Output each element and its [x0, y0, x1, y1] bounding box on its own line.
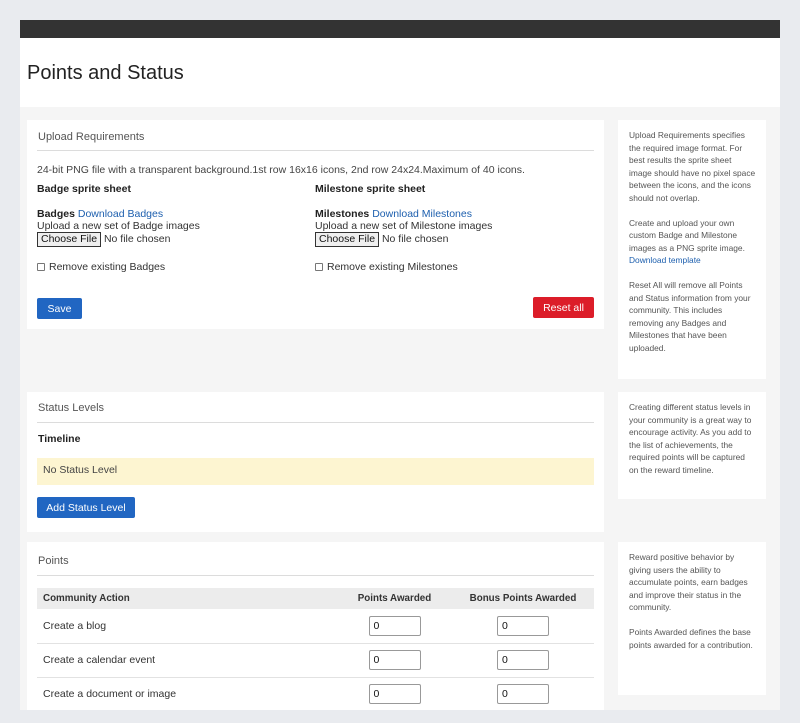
timeline-label: Timeline [38, 433, 81, 445]
upload-help-text-2: Create and upload your own custom Badge … [629, 217, 756, 267]
upload-help-text-1: Upload Requirements specifies the requir… [629, 130, 756, 203]
title-bar: Points and Status [20, 38, 780, 107]
points-awarded-input[interactable] [368, 615, 421, 636]
points-table-header: Community Action Points Awarded Bonus Po… [37, 588, 594, 609]
remove-badges-option[interactable]: Remove existing Badges [37, 261, 165, 273]
bonus-points-input[interactable] [497, 650, 549, 670]
status-levels-panel: Status Levels Timeline No Status Level A… [27, 392, 604, 532]
remove-badges-label: Remove existing Badges [49, 261, 166, 273]
badge-file-input[interactable]: Choose File No file chosen [37, 232, 171, 247]
table-row: Create a blog [37, 609, 594, 644]
badge-sprite-title: Badge sprite sheet [37, 183, 131, 195]
action-cell: Create a blog [37, 609, 337, 644]
status-help-panel: Creating different status levels in your… [618, 392, 766, 499]
page-title: Points and Status [27, 62, 184, 84]
reset-all-button[interactable]: Reset all [533, 297, 594, 318]
upload-help-text-2-body: Create and upload your own custom Badge … [629, 217, 745, 253]
column-header: Points Awarded [337, 588, 452, 609]
points-cell [337, 609, 452, 644]
milestone-sprite-title: Milestone sprite sheet [315, 183, 426, 195]
badge-no-file-text: No file chosen [103, 233, 171, 245]
milestone-choose-file-button[interactable]: Choose File [315, 232, 380, 247]
milestones-label: Milestones [315, 208, 370, 220]
milestone-label-row: Milestones Download Milestones [315, 208, 472, 220]
badge-label-row: Badges Download Badges [37, 208, 163, 220]
points-heading: Points [38, 555, 69, 567]
points-awarded-input[interactable] [368, 650, 421, 670]
upload-requirements-heading: Upload Requirements [38, 131, 145, 143]
points-help-text-2: Points Awarded defines the base points a… [629, 626, 753, 650]
app-frame: Points and Status Upload Requirements 24… [20, 20, 780, 710]
remove-milestones-checkbox[interactable] [315, 263, 323, 271]
points-cell [337, 677, 452, 710]
badges-label: Badges [37, 208, 75, 220]
status-help-text-1: Creating different status levels in your… [629, 402, 752, 475]
milestone-file-input[interactable]: Choose File No file chosen [315, 232, 449, 247]
requirements-text: 24-bit PNG file with a transparent backg… [37, 164, 525, 176]
divider [37, 150, 594, 151]
divider [37, 575, 594, 576]
download-template-link[interactable]: Download template [629, 255, 701, 265]
remove-badges-checkbox[interactable] [37, 263, 45, 271]
column-header: Bonus Points Awarded [452, 588, 594, 609]
points-help-panel: Reward positive behavior by giving users… [618, 542, 766, 695]
bonus-cell [452, 609, 594, 644]
action-cell: Create a calendar event [37, 643, 337, 678]
badge-upload-hint: Upload a new set of Badge images [37, 220, 200, 232]
download-milestones-link[interactable]: Download Milestones [372, 208, 472, 220]
remove-milestones-label: Remove existing Milestones [327, 261, 458, 273]
bonus-cell [452, 643, 594, 678]
points-panel: Points Community Action Points Awarded B… [27, 542, 604, 710]
table-row: Create a calendar event [37, 643, 594, 678]
points-awarded-input[interactable] [368, 684, 421, 704]
action-cell: Create a document or image [37, 677, 337, 710]
status-levels-heading: Status Levels [38, 402, 105, 414]
no-status-level-notice: No Status Level [37, 458, 594, 485]
milestone-no-file-text: No file chosen [381, 233, 449, 245]
table-row: Create a document or image [37, 677, 594, 710]
points-help-text-1: Reward positive behavior by giving users… [629, 552, 748, 613]
points-cell [337, 643, 452, 678]
bonus-cell [452, 677, 594, 710]
divider [37, 422, 594, 423]
download-badges-link[interactable]: Download Badges [78, 208, 163, 220]
save-button[interactable]: Save [37, 298, 82, 319]
add-status-level-button[interactable]: Add Status Level [37, 497, 135, 518]
remove-milestones-option[interactable]: Remove existing Milestones [315, 261, 458, 273]
milestone-upload-hint: Upload a new set of Milestone images [315, 220, 493, 232]
upload-help-text-3: Reset All will remove all Points and Sta… [629, 279, 751, 353]
badge-choose-file-button[interactable]: Choose File [37, 232, 102, 247]
upload-requirements-panel: Upload Requirements 24-bit PNG file with… [27, 120, 604, 329]
upload-help-panel: Upload Requirements specifies the requir… [618, 120, 766, 379]
column-header: Community Action [37, 588, 337, 609]
top-nav-bar [20, 20, 780, 38]
bonus-points-input[interactable] [497, 684, 549, 704]
points-table: Community Action Points Awarded Bonus Po… [37, 588, 594, 710]
bonus-points-input[interactable] [497, 615, 549, 636]
